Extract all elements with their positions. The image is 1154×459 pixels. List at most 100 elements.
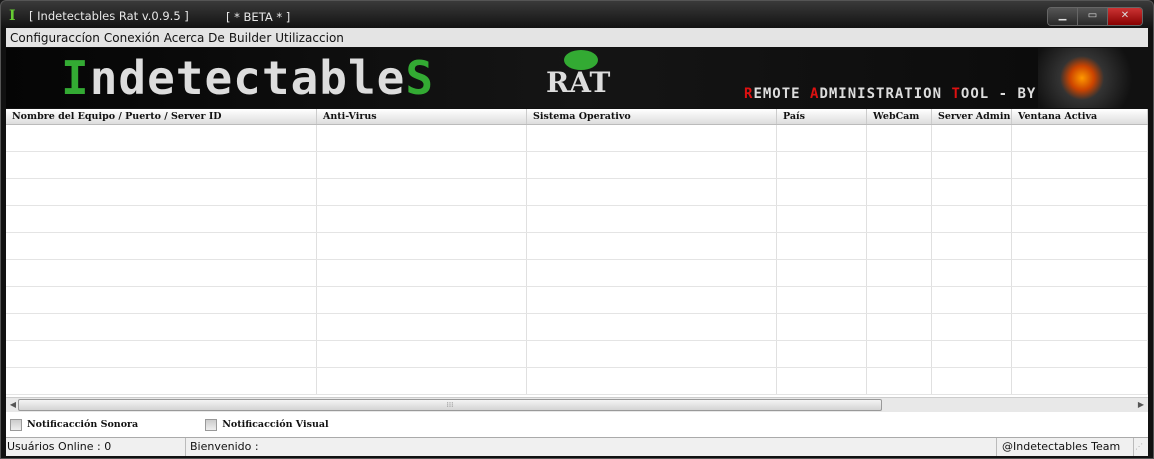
main-window: I [ Indetectables Rat v.0.9.5 ] [ * BETA…	[0, 0, 1154, 459]
table-cell	[317, 233, 527, 259]
col-ventana[interactable]: Ventana Activa	[1012, 109, 1148, 124]
tagline-text: EMOTE	[753, 86, 811, 102]
col-webcam[interactable]: WebCam	[867, 109, 932, 124]
table-cell	[867, 260, 932, 286]
table-cell	[6, 233, 317, 259]
table-cell	[6, 260, 317, 286]
table-cell	[317, 125, 527, 151]
table-row[interactable]	[6, 341, 1148, 368]
banner-tagline: REMOTE ADMINISTRATION TOOL - BY M3	[744, 86, 1065, 102]
table-cell	[777, 125, 867, 151]
table-row[interactable]	[6, 206, 1148, 233]
table-cell	[777, 260, 867, 286]
col-sistema[interactable]: Sistema Operativo	[527, 109, 777, 124]
table-header: Nombre del Equipo / Puerto / Server ID A…	[6, 109, 1148, 125]
col-pais[interactable]: País	[777, 109, 867, 124]
table-cell	[6, 206, 317, 232]
logo-text: ndetectable	[89, 51, 406, 105]
table-body	[6, 125, 1148, 395]
table-cell	[932, 179, 1012, 205]
visual-label: Notificacción Visual	[222, 419, 329, 430]
table-cell	[317, 206, 527, 232]
table-cell	[6, 341, 317, 367]
table-row[interactable]	[6, 368, 1148, 395]
table-cell	[317, 314, 527, 340]
horizontal-scrollbar[interactable]: ◀ ⁞⁞⁞ ▶	[6, 397, 1148, 412]
welcome-text: Bienvenido :	[186, 438, 997, 456]
window-controls: ▁ ▭ ✕	[1047, 7, 1143, 26]
notification-options: Notificacción Sonora Notificacción Visua…	[6, 412, 1148, 437]
table-cell	[777, 233, 867, 259]
table-row[interactable]	[6, 314, 1148, 341]
tagline-cap: T	[951, 86, 961, 102]
table-cell	[777, 152, 867, 178]
resize-grip-icon[interactable]: ⋰	[1134, 438, 1148, 456]
table-row[interactable]	[6, 125, 1148, 152]
window-title: [ Indetectables Rat v.0.9.5 ]	[29, 9, 189, 23]
col-server-admin[interactable]: Server Admin	[932, 109, 1012, 124]
table-cell	[317, 260, 527, 286]
table-cell	[867, 125, 932, 151]
table-cell	[867, 341, 932, 367]
table-cell	[867, 314, 932, 340]
checkbox-icon[interactable]	[205, 418, 218, 431]
table-cell	[527, 125, 777, 151]
victims-table[interactable]: Nombre del Equipo / Puerto / Server ID A…	[6, 109, 1148, 397]
table-cell	[932, 152, 1012, 178]
table-cell	[6, 152, 317, 178]
menu-bar: Configuraccíon Conexión Acerca De Builde…	[6, 28, 1148, 47]
visual-notification-checkbox[interactable]: Notificacción Visual	[205, 418, 329, 431]
table-cell	[777, 206, 867, 232]
sound-label: Notificacción Sonora	[27, 419, 139, 430]
table-cell	[6, 179, 317, 205]
scroll-thumb[interactable]: ⁞⁞⁞	[18, 399, 882, 411]
table-cell	[527, 233, 777, 259]
menu-builder[interactable]: Builder	[229, 31, 271, 45]
table-cell	[317, 152, 527, 178]
table-cell	[867, 233, 932, 259]
table-cell	[932, 368, 1012, 394]
table-row[interactable]	[6, 152, 1148, 179]
table-cell	[1012, 152, 1148, 178]
beta-label: [ * BETA * ]	[226, 10, 291, 24]
table-cell	[527, 152, 777, 178]
table-cell	[317, 368, 527, 394]
logo-letter: S	[405, 51, 435, 105]
menu-acerca-de[interactable]: Acerca De	[164, 31, 225, 45]
logo-letter: I	[61, 51, 90, 105]
table-row[interactable]	[6, 287, 1148, 314]
maximize-button[interactable]: ▭	[1078, 8, 1108, 25]
banner-logo: IndetectableS	[61, 52, 434, 104]
scroll-right-icon[interactable]: ▶	[1135, 399, 1147, 411]
table-row[interactable]	[6, 260, 1148, 287]
table-cell	[6, 314, 317, 340]
sound-notification-checkbox[interactable]: Notificacción Sonora	[10, 418, 139, 431]
table-cell	[777, 341, 867, 367]
status-bar: Usuários Online : 0 Bienvenido : @Indete…	[6, 437, 1148, 456]
table-cell	[932, 125, 1012, 151]
table-cell	[317, 341, 527, 367]
table-cell	[867, 179, 932, 205]
table-cell	[527, 314, 777, 340]
menu-conexion[interactable]: Conexión	[104, 31, 160, 45]
table-cell	[527, 368, 777, 394]
table-cell	[317, 287, 527, 313]
table-cell	[6, 368, 317, 394]
app-icon: I	[9, 8, 16, 24]
table-cell	[527, 260, 777, 286]
table-row[interactable]	[6, 179, 1148, 206]
table-row[interactable]	[6, 233, 1148, 260]
close-button[interactable]: ✕	[1108, 8, 1142, 25]
table-cell	[527, 206, 777, 232]
table-cell	[1012, 341, 1148, 367]
col-antivirus[interactable]: Anti-Virus	[317, 109, 527, 124]
table-cell	[1012, 368, 1148, 394]
menu-configuracion[interactable]: Configuraccíon	[10, 31, 100, 45]
col-nombre[interactable]: Nombre del Equipo / Puerto / Server ID	[6, 109, 317, 124]
table-cell	[777, 179, 867, 205]
menu-utilizaccion[interactable]: Utilizaccion	[275, 31, 344, 45]
table-cell	[6, 287, 317, 313]
table-cell	[867, 152, 932, 178]
minimize-button[interactable]: ▁	[1048, 8, 1078, 25]
checkbox-icon[interactable]	[10, 418, 22, 431]
